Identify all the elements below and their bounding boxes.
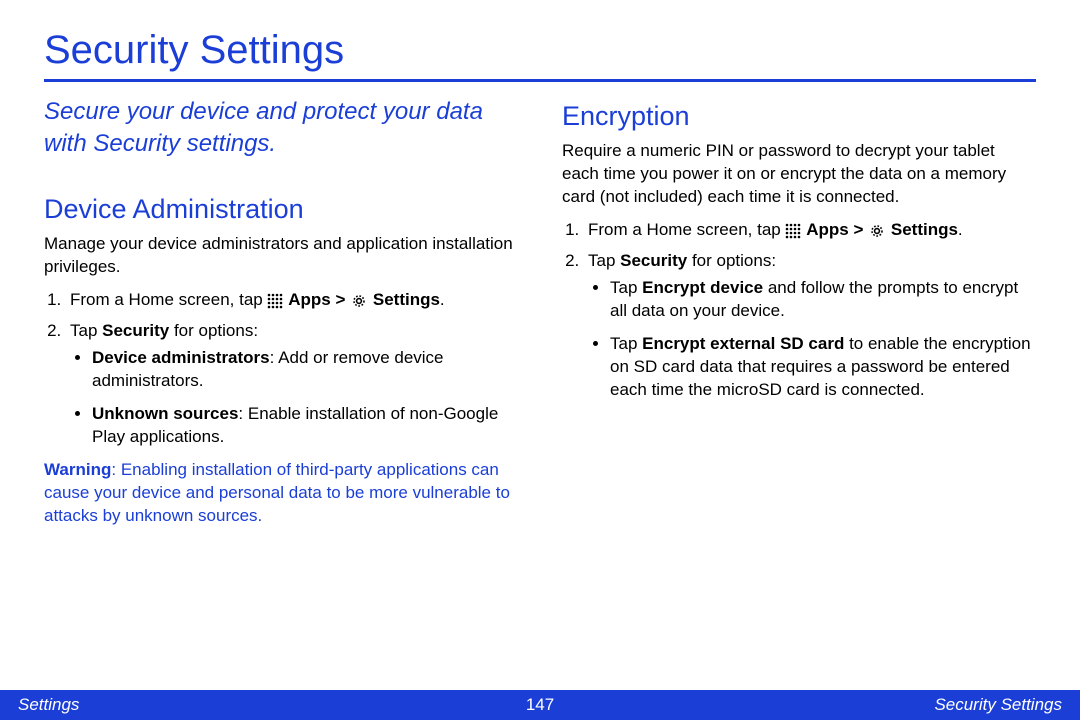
- step-security-bold: Security: [620, 251, 687, 270]
- warning-bold: Warning: [44, 460, 111, 479]
- nav-gt: >: [335, 290, 345, 309]
- title-rule: [44, 79, 1036, 82]
- warning-text: Warning: Enabling installation of third-…: [44, 459, 518, 528]
- settings-gear-icon: [868, 222, 886, 240]
- apps-label: Apps: [806, 220, 849, 239]
- option-encrypt-device: Tap Encrypt device and follow the prompt…: [610, 277, 1036, 323]
- footer-left: Settings: [18, 695, 79, 715]
- device-admin-desc: Manage your device administrators and ap…: [44, 233, 518, 279]
- step-security: Tap Security for options: Device adminis…: [66, 320, 518, 449]
- intro-text: Secure your device and protect your data…: [44, 96, 518, 161]
- opt-prefix: Tap: [610, 334, 642, 353]
- opt-bold: Encrypt external SD card: [642, 334, 844, 353]
- page-title: Security Settings: [44, 28, 1036, 73]
- step-home: From a Home screen, tap Apps > Settings.: [66, 289, 518, 312]
- footer-right: Security Settings: [934, 695, 1062, 715]
- settings-label: Settings: [373, 290, 440, 309]
- content-columns: Secure your device and protect your data…: [44, 96, 1036, 528]
- apps-grid-icon: [267, 293, 283, 309]
- left-column: Secure your device and protect your data…: [44, 96, 518, 528]
- encryption-desc: Require a numeric PIN or password to dec…: [562, 140, 1036, 209]
- step-security-prefix: Tap: [588, 251, 620, 270]
- device-admin-heading: Device Administration: [44, 191, 518, 227]
- opt-bold: Encrypt device: [642, 278, 763, 297]
- page-footer: Settings 147 Security Settings: [0, 690, 1080, 720]
- footer-page-number: 147: [526, 695, 554, 715]
- warning-rest: : Enabling installation of third-party a…: [44, 460, 510, 525]
- encryption-heading: Encryption: [562, 98, 1036, 134]
- step-security-suffix: for options:: [687, 251, 776, 270]
- step-home-prefix: From a Home screen, tap: [588, 220, 781, 239]
- step-security: Tap Security for options: Tap Encrypt de…: [584, 250, 1036, 402]
- option-encrypt-sd: Tap Encrypt external SD card to enable t…: [610, 333, 1036, 402]
- encryption-steps: From a Home screen, tap Apps > Settings.…: [562, 219, 1036, 402]
- device-admin-options: Device administrators: Add or remove dev…: [70, 347, 518, 449]
- step-security-prefix: Tap: [70, 321, 102, 340]
- right-column: Encryption Require a numeric PIN or pass…: [562, 96, 1036, 528]
- settings-gear-icon: [350, 292, 368, 310]
- step-security-suffix: for options:: [169, 321, 258, 340]
- opt-bold: Device administrators: [92, 348, 270, 367]
- step-home-prefix: From a Home screen, tap: [70, 290, 263, 309]
- apps-label: Apps: [288, 290, 331, 309]
- opt-bold: Unknown sources: [92, 404, 238, 423]
- step-home-suffix: .: [958, 220, 963, 239]
- apps-grid-icon: [785, 223, 801, 239]
- settings-label: Settings: [891, 220, 958, 239]
- option-device-administrators: Device administrators: Add or remove dev…: [92, 347, 518, 393]
- step-home: From a Home screen, tap Apps > Settings.: [584, 219, 1036, 242]
- device-admin-steps: From a Home screen, tap Apps > Settings.…: [44, 289, 518, 449]
- encryption-options: Tap Encrypt device and follow the prompt…: [588, 277, 1036, 402]
- step-security-bold: Security: [102, 321, 169, 340]
- option-unknown-sources: Unknown sources: Enable installation of …: [92, 403, 518, 449]
- step-home-suffix: .: [440, 290, 445, 309]
- opt-prefix: Tap: [610, 278, 642, 297]
- nav-gt: >: [853, 220, 863, 239]
